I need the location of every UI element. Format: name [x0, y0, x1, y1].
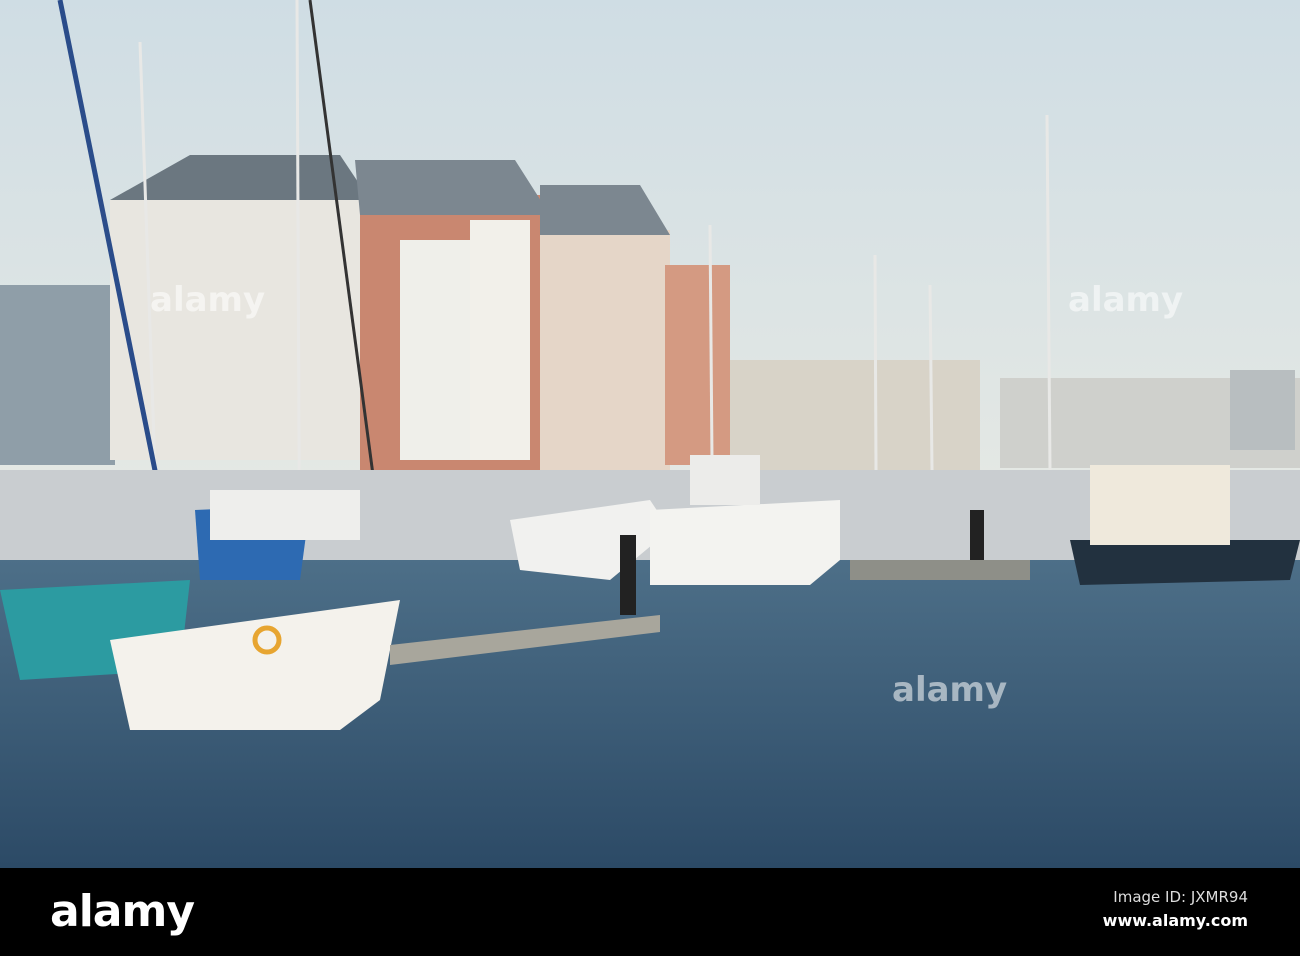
watermark: alamy	[1068, 280, 1184, 320]
footer-bar: alamy Image ID: JXMR94 www.alamy.com	[0, 868, 1300, 956]
watermark: alamy	[150, 280, 266, 320]
alamy-logo: alamy	[50, 886, 195, 937]
website-link[interactable]: www.alamy.com	[1103, 911, 1248, 930]
marina-photo	[0, 0, 1300, 868]
watermark: alamy	[892, 670, 1008, 710]
stock-photo: alamy alamy alamy alamy Image ID: JXMR94…	[0, 0, 1300, 956]
image-id: Image ID: JXMR94	[1113, 888, 1248, 906]
